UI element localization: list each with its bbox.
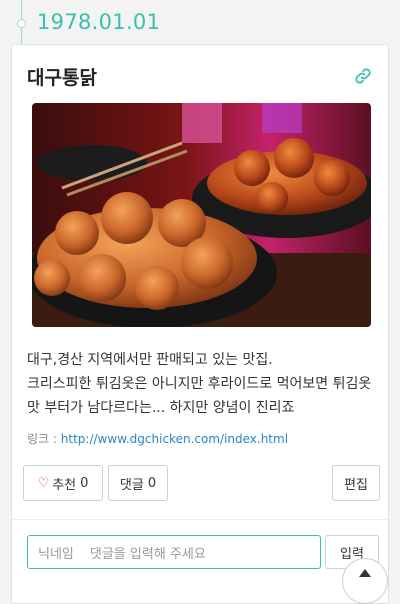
- comment-placeholder: 댓글을 입력해 주세요: [89, 546, 206, 562]
- post-description: 대구,경산 지역에서만 판매되고 있는 맛집. 크리스피한 튀김옷은 아니지만 …: [27, 348, 377, 420]
- scroll-top-button[interactable]: [342, 558, 388, 604]
- like-label: 추천: [52, 477, 77, 493]
- comment-input[interactable]: 닉네임 댓글을 입력해 주세요: [27, 535, 321, 569]
- divider: [12, 519, 388, 520]
- link-row: 링크 : http://www.dgchicken.com/index.html: [27, 430, 288, 447]
- heart-icon: ♡: [37, 475, 50, 491]
- fried-chicken-photo: [32, 103, 371, 327]
- arrow-up-icon: [359, 569, 371, 577]
- post-link[interactable]: http://www.dgchicken.com/index.html: [61, 432, 288, 446]
- edit-button[interactable]: 편집: [332, 465, 380, 501]
- comment-count: 0: [147, 475, 157, 491]
- timeline-dot: [17, 19, 26, 28]
- post-card: 대구통닭 대구,경산 지역에서만 판매되고 있는 맛집. 크리스피한 튀김옷은 …: [11, 44, 389, 604]
- comment-label: 댓글: [119, 477, 144, 493]
- link-icon[interactable]: [354, 67, 372, 85]
- like-button[interactable]: ♡ 추천 0: [23, 465, 103, 501]
- like-count: 0: [80, 475, 89, 491]
- nickname-placeholder: 닉네임: [38, 546, 74, 562]
- timeline-date: 1978.01.01: [37, 10, 161, 34]
- description-line-1: 대구,경산 지역에서만 판매되고 있는 맛집.: [27, 352, 273, 368]
- post-title: 대구통닭: [27, 67, 97, 89]
- description-line-2: 크리스피한 튀김옷은 아니지만 후라이드로 먹어보면 튀김옷 맛 부터가 남다르…: [27, 376, 372, 416]
- comment-button[interactable]: 댓글 0: [108, 465, 168, 501]
- link-label: 링크 :: [27, 432, 61, 446]
